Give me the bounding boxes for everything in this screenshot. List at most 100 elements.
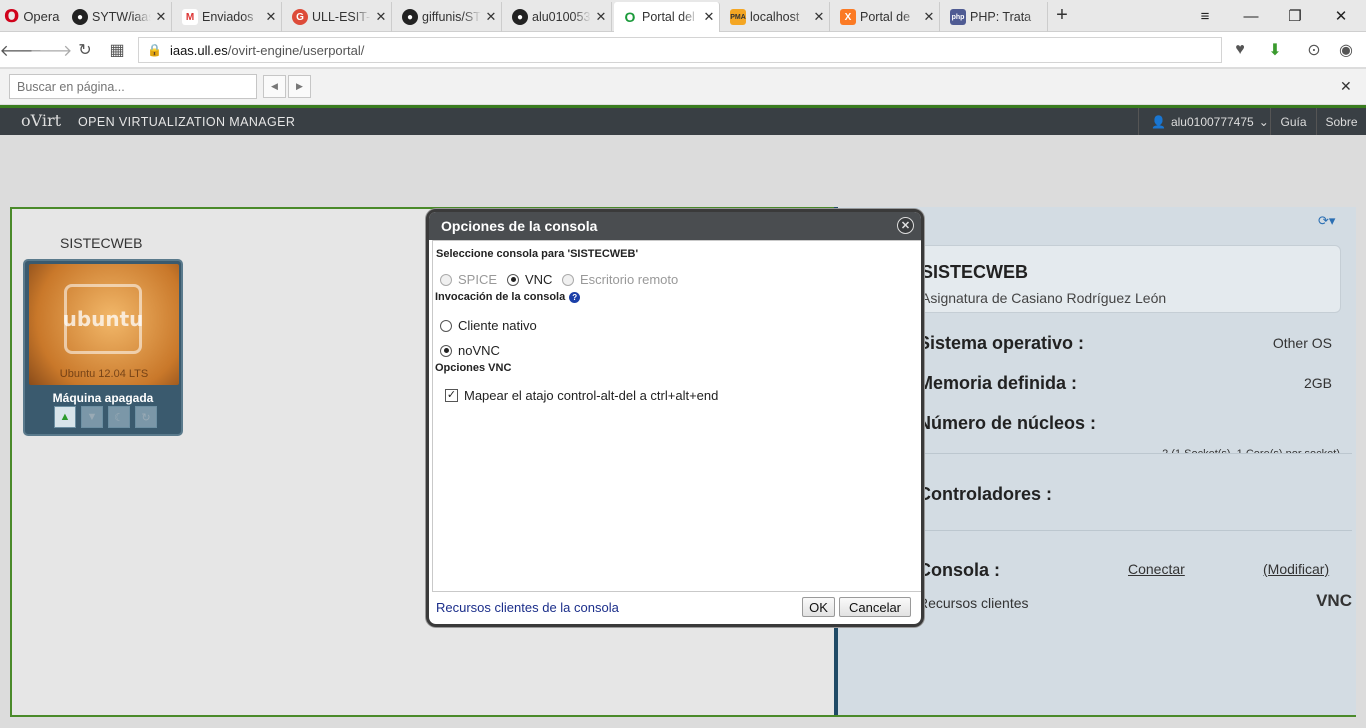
shutdown-vm-button[interactable]: ▼ [81, 406, 103, 428]
browser-tab[interactable]: M Enviados ✕ [174, 2, 282, 32]
reboot-vm-button[interactable]: ↻ [135, 406, 157, 428]
find-next-icon[interactable]: ▶ [288, 75, 311, 98]
account-icon[interactable]: ◉ [1334, 38, 1358, 62]
browser-tab[interactable]: ● giffunis/ST ✕ [394, 2, 502, 32]
vm-details-name: SISTECWEB [921, 262, 1029, 282]
downloads-icon[interactable]: ⊙ [1302, 38, 1326, 62]
native-client-radio[interactable]: Cliente nativo [440, 318, 537, 333]
tab-title: alu010053 [532, 10, 591, 24]
radio-indicator [440, 273, 452, 286]
console-client-resources-link[interactable]: Recursos clientes de la consola [436, 600, 619, 615]
protocol-remote-desktop-radio[interactable]: Escritorio remoto [562, 272, 678, 287]
find-previous-icon[interactable]: ◀ [263, 75, 286, 98]
os-label: Sistema operativo : [918, 333, 1085, 353]
dialog-body: Seleccione consola para 'SISTECWEB' SPIC… [432, 240, 921, 592]
new-tab-button[interactable]: + [1052, 4, 1072, 27]
url-path: /ovirt-engine/userportal/ [227, 42, 365, 58]
github-icon: ● [402, 9, 418, 25]
console-protocol-value: VNC [1316, 591, 1352, 610]
os-value: Other OS [1272, 335, 1332, 351]
ok-button[interactable]: OK [802, 597, 835, 617]
protocol-spice-radio[interactable]: SPICE [440, 272, 497, 287]
cores-label: Número de núcleos : [918, 413, 1097, 433]
radio-label: Escritorio remoto [580, 272, 679, 287]
console-label: Consola : [918, 560, 1001, 580]
vnc-options-label: Opciones VNC [435, 362, 512, 374]
close-tab-icon[interactable]: ✕ [919, 9, 939, 25]
xampp-icon: X [840, 9, 856, 25]
user-menu[interactable]: 👤 alu0100777475 ⌄ [1138, 108, 1281, 135]
close-tab-icon[interactable]: ✕ [481, 9, 501, 25]
opera-menu-label: Opera [23, 8, 60, 24]
google-plus-icon: G [292, 9, 308, 25]
restore-icon[interactable]: ❐ [1272, 0, 1318, 32]
github-icon: ● [72, 9, 88, 25]
close-tab-icon[interactable]: ✕ [699, 9, 719, 25]
novnc-radio[interactable]: noVNC [440, 343, 500, 358]
browser-tab[interactable]: G ULL-ESIT-S ✕ [284, 2, 392, 32]
url-host: iaas.ull.es [169, 42, 228, 58]
product-name: OPEN VIRTUALIZATION MANAGER [78, 115, 296, 129]
forward-icon[interactable]: 🡒 [30, 38, 73, 62]
browser-tab-active[interactable]: O Portal del ✕ [614, 2, 720, 32]
reload-icon[interactable]: ↻ [73, 38, 97, 62]
protocol-vnc-radio[interactable]: VNC [507, 272, 552, 287]
cancel-button[interactable]: Cancelar [839, 597, 911, 617]
vm-card[interactable]: ubuntu Ubuntu 12.04 LTS Máquina apagada … [23, 259, 183, 436]
suspend-vm-button[interactable]: ☾ [108, 406, 130, 428]
minimize-icon[interactable]: — [1228, 0, 1274, 32]
close-find-icon[interactable]: ✕ [1340, 78, 1352, 95]
close-tab-icon[interactable]: ✕ [809, 9, 829, 25]
invocation-label: Invocación de la consola? [435, 291, 581, 303]
modify-console-link[interactable]: (Modificar) [1263, 561, 1329, 577]
dialog-title-bar: Opciones de la consola ✕ [429, 212, 921, 240]
browser-tab[interactable]: php PHP: Trata [942, 2, 1048, 32]
radio-label: SPICE [458, 272, 498, 287]
close-tab-icon[interactable]: ✕ [151, 9, 171, 25]
run-vm-button[interactable]: ▲ [54, 406, 76, 428]
close-tab-icon[interactable]: ✕ [371, 9, 391, 25]
tab-title: SYTW/iaas [92, 10, 151, 24]
close-window-icon[interactable]: ✕ [1318, 0, 1364, 32]
speed-dial-icon[interactable]: ▦ [105, 38, 129, 62]
help-icon[interactable]: ? [569, 291, 581, 303]
download-arrow-icon[interactable]: ⬇ [1263, 38, 1287, 62]
radio-indicator [562, 273, 574, 286]
find-in-page-input[interactable] [9, 74, 257, 99]
browser-tab[interactable]: PMA localhost ✕ [722, 2, 830, 32]
guide-link[interactable]: Guía [1270, 108, 1316, 135]
dialog-footer: Recursos clientes de la consola OK Cance… [429, 592, 921, 624]
ctrl-alt-del-checkbox[interactable]: ✓ Mapear el atajo control-alt-del a ctrl… [445, 388, 718, 403]
browser-tab[interactable]: ● alu010053 ✕ [504, 2, 612, 32]
os-version-label: Ubuntu 12.04 LTS [59, 368, 149, 380]
close-tab-icon[interactable]: ✕ [261, 9, 281, 25]
dialog-title: Opciones de la consola [441, 218, 598, 234]
opera-logo-icon: O [4, 5, 20, 27]
details-separator [900, 530, 1352, 531]
invocation-label-text: Invocación de la consola [435, 291, 566, 303]
tab-menu-icon[interactable]: ≡ [1182, 0, 1228, 32]
browser-tab[interactable]: ● SYTW/iaas ✕ [64, 2, 172, 32]
heart-icon[interactable]: ♥ [1228, 38, 1252, 62]
tab-title: Portal del [642, 10, 695, 24]
browser-tab[interactable]: X Portal de ✕ [832, 2, 940, 32]
details-separator [900, 453, 1352, 454]
lock-icon: 🔒 [147, 43, 162, 57]
address-bar[interactable]: 🔒 iaas.ull.es /ovirt-engine/userportal/ [138, 37, 1222, 63]
tab-title: ULL-ESIT-S [312, 10, 371, 24]
about-link[interactable]: Sobre [1316, 108, 1366, 135]
close-dialog-icon[interactable]: ✕ [897, 217, 914, 234]
console-options-dialog: Opciones de la consola ✕ Seleccione cons… [426, 209, 924, 627]
browser-tab-strip: O Opera ● SYTW/iaas ✕ M Enviados ✕ G ULL… [0, 0, 1366, 32]
opera-menu-button[interactable]: O Opera [0, 0, 62, 32]
radio-indicator [440, 319, 452, 332]
refresh-icon[interactable]: ⟳▾ [1318, 213, 1335, 229]
checkmark-icon: ✓ [445, 389, 458, 402]
controllers-label: Controladores : [918, 484, 1053, 504]
user-name: alu0100777475 [1170, 114, 1254, 129]
phpmyadmin-icon: PMA [730, 9, 746, 25]
connect-link[interactable]: Conectar [1128, 561, 1185, 577]
tab-title: giffunis/ST [422, 10, 481, 24]
radio-label: VNC [525, 272, 553, 287]
close-tab-icon[interactable]: ✕ [591, 9, 611, 25]
